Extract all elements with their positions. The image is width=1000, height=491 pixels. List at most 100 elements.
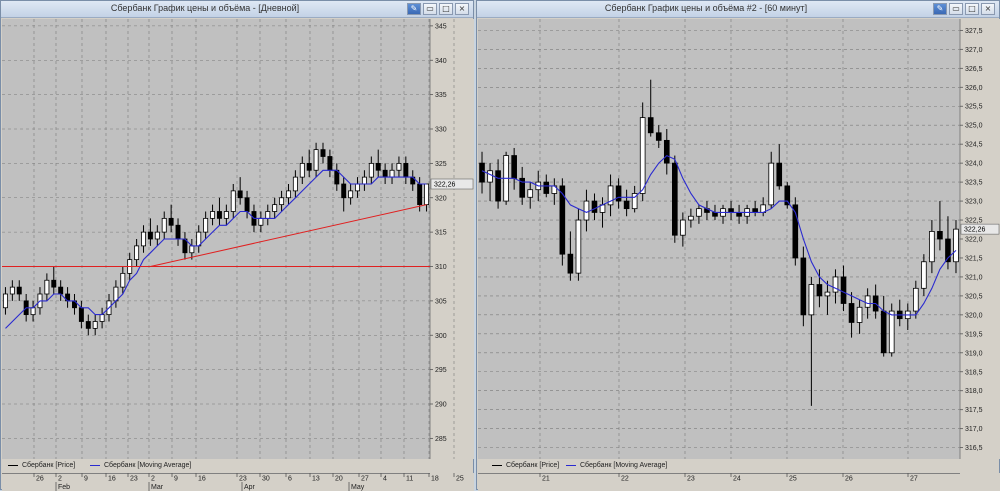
y-tick-label: 323,5 — [965, 180, 983, 187]
y-tick-label: 321,5 — [965, 255, 983, 262]
y-tick-label: 323,0 — [965, 199, 983, 206]
y-tick-label: 315 — [435, 230, 447, 237]
x-tick-label: 26 — [845, 476, 853, 483]
candle-body — [147, 231, 153, 240]
close-icon[interactable]: × — [981, 3, 995, 15]
candle-body — [210, 211, 216, 219]
candle-body — [953, 228, 959, 263]
pin-icon[interactable]: ✎ — [407, 3, 421, 15]
y-tick-label: 318,0 — [965, 388, 983, 395]
x-tick-label: 23 — [239, 476, 247, 483]
candle-body — [937, 231, 943, 240]
y-tick-label: 340 — [435, 58, 447, 65]
y-tick-label: 322,5 — [965, 218, 983, 225]
candle-body — [543, 181, 550, 194]
close-icon[interactable]: × — [455, 3, 469, 15]
y-tick-label: 317,5 — [965, 407, 983, 414]
candle-body — [776, 162, 783, 187]
candle-body — [141, 231, 146, 247]
y-tick-label: 320 — [435, 195, 447, 202]
y-tick-label: 335 — [435, 92, 447, 99]
candle-body — [134, 245, 140, 261]
candle-body — [58, 286, 64, 295]
x-tick-label: 18 — [431, 476, 439, 483]
x-tick-label: 11 — [406, 476, 413, 483]
minimize-icon[interactable]: ▭ — [423, 3, 437, 15]
candle-body — [375, 162, 381, 171]
x-tick-label: 4 — [383, 476, 387, 483]
x-tick-label: 21 — [542, 476, 550, 483]
legend-label: Сбербанк [Price] — [506, 462, 560, 469]
x-tick-label: 25 — [789, 476, 797, 483]
y-tick-label: 305 — [435, 298, 447, 305]
candle-body — [361, 176, 367, 185]
window-title: Сбербанк График цены и объёма #2 - [60 м… — [604, 3, 808, 13]
hourly-chart-window[interactable]: Сбербанк График цены и объёма #2 - [60 м… — [476, 0, 1000, 491]
candle-body — [864, 295, 871, 308]
candle-body — [382, 169, 388, 178]
candle-body — [9, 286, 15, 295]
x-tick-label: 2 — [58, 476, 62, 483]
candle-body — [203, 217, 209, 233]
legend-label: Сбербанк [Price] — [22, 462, 76, 469]
legend-swatch-ma — [566, 464, 576, 466]
x-tick-label: 20 — [335, 476, 343, 483]
y-tick-label: 318,5 — [965, 369, 983, 376]
x-tick-label: 9 — [84, 476, 88, 483]
maximize-icon[interactable]: □ — [439, 3, 453, 15]
candle-body — [78, 307, 84, 322]
x-tick-label: 9 — [174, 476, 178, 483]
y-tick-label: 310 — [435, 264, 447, 271]
legend-swatch-price — [492, 464, 502, 466]
candle-body — [306, 162, 312, 171]
x-tick-label: 25 — [456, 476, 464, 483]
candle-body — [161, 217, 167, 233]
current-price-label: 322,26 — [434, 182, 456, 189]
candle-body — [92, 321, 98, 329]
x-tick-label: 24 — [733, 476, 741, 483]
legend-label: Сбербанк [Moving Average] — [104, 462, 192, 469]
candle-body — [672, 162, 678, 236]
legend-swatch-price — [8, 464, 18, 466]
maximize-icon[interactable]: □ — [965, 3, 979, 15]
candle-body — [816, 284, 823, 297]
candle-body — [655, 132, 662, 141]
y-tick-label: 345 — [435, 23, 447, 30]
titlebar[interactable]: Сбербанк График цены и объёма #2 - [60 м… — [477, 1, 999, 18]
daily-chart-window[interactable]: Сбербанк График цены и объёма - [Дневной… — [0, 0, 474, 491]
x-tick-label: 23 — [687, 476, 695, 483]
x-tick-label: 16 — [108, 476, 116, 483]
y-tick-label: 316,5 — [965, 445, 983, 452]
candle-body — [615, 185, 622, 202]
candle-body — [639, 117, 646, 194]
candle-body — [583, 200, 590, 221]
plot-area — [2, 19, 430, 459]
candle-body — [216, 211, 222, 219]
candle-body — [189, 245, 195, 254]
y-tick-label: 317,0 — [965, 426, 983, 433]
y-tick-label: 295 — [435, 367, 447, 374]
candle-body — [244, 197, 250, 212]
legend-label: Сбербанк [Moving Average] — [580, 462, 668, 469]
candle-body — [120, 272, 126, 288]
minimize-icon[interactable]: ▭ — [949, 3, 963, 15]
x-tick-label: 27 — [910, 476, 918, 483]
daily-price-chart[interactable]: 345 340 335 330 325 320 315 310 305 300 295 290 285 3… — [2, 19, 474, 459]
candle-body — [511, 155, 517, 179]
titlebar[interactable]: Сбербанк График цены и объёма - [Дневной… — [1, 1, 473, 18]
candle-body — [696, 208, 702, 217]
x-axis: 21 22 23 24 25 26 27 — [478, 473, 1000, 491]
candle-body — [51, 279, 57, 288]
candle-body — [272, 204, 278, 212]
candle-body — [680, 219, 686, 236]
legend-item-moving-average: Сбербанк [Moving Average] — [566, 462, 667, 469]
y-tick-label: 319,5 — [965, 331, 983, 338]
x-axis: 26 2 9 16 23 2 9 16 23 30 6 13 20 27 4 11 18 25Feb Mar Apr M… — [2, 473, 474, 491]
pin-icon[interactable]: ✎ — [933, 3, 947, 15]
hourly-price-chart[interactable]: 327,5 327,0 326,5 326,0 325,5 325,0 324,5 324,0… — [478, 19, 1000, 459]
legend: Сбербанк [Price] Сбербанк [Moving Averag… — [2, 459, 474, 473]
candle-body — [44, 279, 50, 295]
y-tick-label: 320,0 — [965, 312, 983, 319]
x-tick-label: 22 — [621, 476, 629, 483]
candle-body — [647, 117, 654, 134]
